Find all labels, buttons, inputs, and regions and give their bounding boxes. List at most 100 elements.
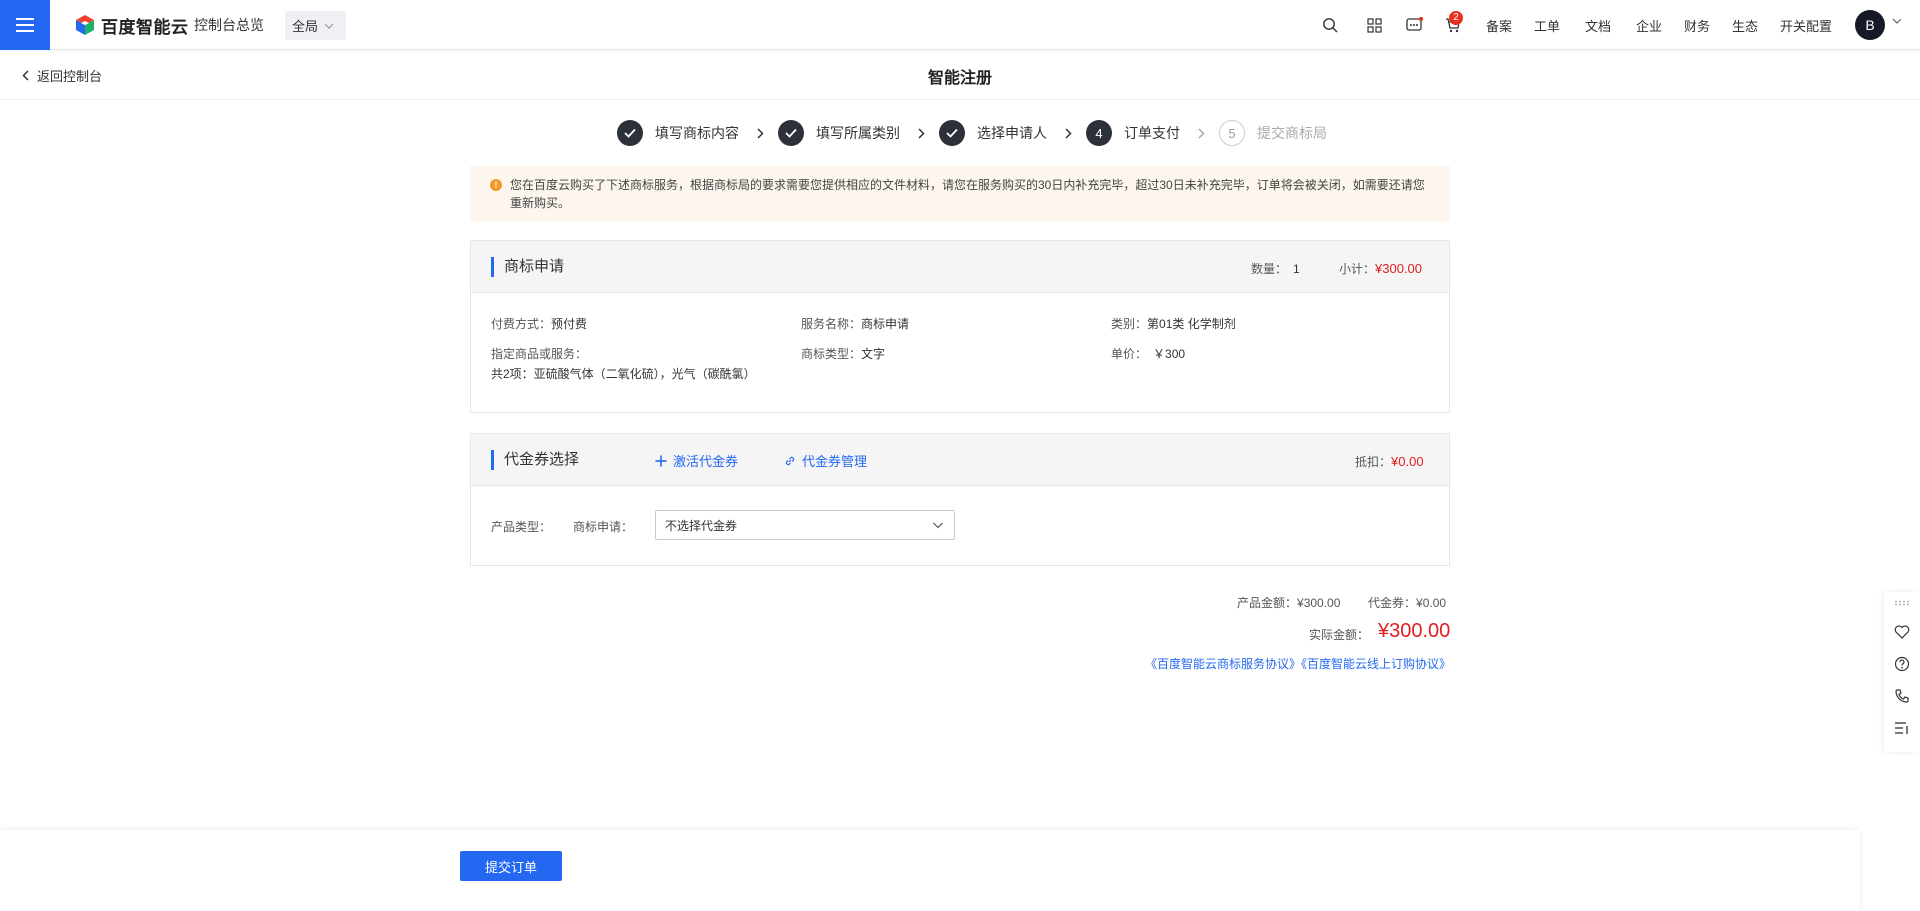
unit-price-value: ￥300 xyxy=(1153,347,1186,361)
notice-banner: ! 您在百度云购买了下述商标服务，根据商标局的要求需要您提供相应的文件材料，请您… xyxy=(470,166,1450,222)
step-3: 选择申请人 xyxy=(939,120,1086,146)
product-amount-label: 产品金额： xyxy=(1237,596,1298,610)
chevron-right-icon xyxy=(1065,127,1072,139)
nav-docs[interactable]: 文档 xyxy=(1585,16,1611,35)
bottom-action-bar: 提交订单 xyxy=(0,830,1860,911)
chevron-down-icon[interactable] xyxy=(1892,18,1902,24)
service-name-label: 服务名称： xyxy=(801,317,862,331)
step-label: 订单支付 xyxy=(1124,125,1180,141)
apps-grid-icon[interactable] xyxy=(1364,15,1384,35)
unit-price-label: 单价： xyxy=(1111,347,1148,361)
order-card: 商标申请 数量： 1 小计：¥300.00 付费方式：预付费 服务名称： 商标申请 … xyxy=(470,240,1450,413)
step-4: 4 订单支付 xyxy=(1086,120,1219,146)
pay-method-value: 预付费 xyxy=(551,317,588,331)
step-number: 5 xyxy=(1219,120,1245,146)
console-overview-link[interactable]: 控制台总览 xyxy=(194,15,264,35)
help-icon[interactable] xyxy=(1884,649,1920,679)
voucher-select-value: 不选择代金券 xyxy=(665,518,738,533)
step-2: 填写所属类别 xyxy=(778,120,939,146)
product-amount: 产品金额：¥300.00 xyxy=(1237,594,1340,611)
page-title: 智能注册 xyxy=(927,70,992,87)
chevron-right-icon xyxy=(918,127,925,139)
cart-count-badge: 2 xyxy=(1449,11,1463,25)
subtotal: 小计：¥300.00 xyxy=(1339,260,1422,277)
region-value: 全局 xyxy=(292,19,319,34)
nav-ticket[interactable]: 工单 xyxy=(1534,16,1560,35)
category-value: 第01类 化学制剂 xyxy=(1147,317,1236,331)
link-icon xyxy=(785,456,795,465)
category: 类别：第01类 化学制剂 xyxy=(1111,315,1236,332)
chevron-down-icon xyxy=(324,23,334,29)
subtotal-value: ¥300.00 xyxy=(1375,261,1423,276)
service-name-value: 商标申请 xyxy=(861,317,910,331)
hamburger-icon xyxy=(16,18,34,32)
step-number: 4 xyxy=(1086,120,1112,146)
step-label: 提交商标局 xyxy=(1257,125,1327,141)
category-label: 类别： xyxy=(1111,317,1148,331)
step-label: 选择申请人 xyxy=(977,125,1047,141)
list-icon[interactable] xyxy=(1884,713,1920,743)
goods-value: 共2项：亚硫酸气体（二氧化硫），光气（碳酰氯） xyxy=(491,367,756,381)
heart-icon[interactable] xyxy=(1884,617,1920,647)
quantity-value: 1 xyxy=(1293,262,1300,276)
nav-ecosystem[interactable]: 生态 xyxy=(1732,16,1758,35)
chevron-down-icon xyxy=(933,522,943,529)
quantity-label: 数量： xyxy=(1251,262,1288,276)
goods-label: 指定商品或服务： xyxy=(491,347,588,361)
trademark-type-value: 文字 xyxy=(861,347,886,361)
unit-price: 单价： ￥300 xyxy=(1111,345,1185,362)
avatar[interactable]: B xyxy=(1855,10,1885,40)
actual-amount-label: 实际金额： xyxy=(1309,628,1370,642)
voucher-amount-value: ¥0.00 xyxy=(1416,596,1447,610)
page-header: 返回控制台 智能注册 xyxy=(0,50,1920,100)
drag-handle-icon[interactable] xyxy=(1884,592,1920,614)
voucher-card-title: 代金券选择 xyxy=(491,450,579,470)
message-icon[interactable] xyxy=(1404,15,1424,35)
deduction: 抵扣：¥0.00 xyxy=(1355,453,1424,470)
progress-steps: 填写商标内容 填写所属类别 选择申请人 4 订单支付 5 提交商标局 xyxy=(617,119,1327,147)
nav-finance[interactable]: 财务 xyxy=(1684,16,1710,35)
top-navigation-bar: 百度智能云 控制台总览 全局 2 备案 工单 文档 企业 财务 生态 开关配置 … xyxy=(0,0,1920,50)
quantity: 数量： 1 xyxy=(1251,260,1300,277)
nav-filing[interactable]: 备案 xyxy=(1486,16,1512,35)
nav-switch-config[interactable]: 开关配置 xyxy=(1780,16,1832,35)
notice-text: 您在百度云购买了下述商标服务，根据商标局的要求需要您提供相应的文件材料，请您在服… xyxy=(510,178,1425,210)
step-label: 填写所属类别 xyxy=(816,125,900,141)
product-amount-value: ¥300.00 xyxy=(1297,596,1341,610)
service-name: 服务名称：商标申请 xyxy=(801,315,909,332)
product-name-label: 商标申请： xyxy=(573,520,634,534)
submit-order-button[interactable]: 提交订单 xyxy=(460,851,562,881)
subtotal-label: 小计： xyxy=(1339,262,1376,276)
nav-enterprise[interactable]: 企业 xyxy=(1636,16,1662,35)
search-icon[interactable] xyxy=(1320,15,1340,35)
pay-method-label: 付费方式： xyxy=(491,317,552,331)
product-type-label: 产品类型： xyxy=(491,520,552,534)
order-card-title: 商标申请 xyxy=(491,257,564,277)
activate-voucher-label: 激活代金券 xyxy=(673,454,739,469)
plus-icon xyxy=(655,455,667,466)
menu-button[interactable] xyxy=(0,0,50,50)
phone-icon[interactable] xyxy=(1884,681,1920,711)
step-5: 5 提交商标局 xyxy=(1219,120,1327,146)
logo-text: 百度智能云 xyxy=(101,17,189,37)
chevron-right-icon xyxy=(1198,127,1205,139)
pay-method: 付费方式：预付费 xyxy=(491,315,587,332)
agreements-link[interactable]: 《百度智能云商标服务协议》《百度智能云线上订购协议》 xyxy=(1145,655,1451,672)
voucher-card-header: 代金券选择 激活代金券 代金券管理 抵扣：¥0.00 xyxy=(471,434,1449,486)
step-label: 填写商标内容 xyxy=(655,125,739,141)
region-select[interactable]: 全局 xyxy=(285,11,346,40)
baidu-cloud-logo[interactable]: 百度智能云 xyxy=(75,13,189,37)
step-1: 填写商标内容 xyxy=(617,120,778,146)
voucher-amount: 代金券：¥0.00 xyxy=(1368,594,1446,611)
order-card-header: 商标申请 数量： 1 小计：¥300.00 xyxy=(471,241,1449,293)
manage-voucher-link[interactable]: 代金券管理 xyxy=(784,451,867,470)
warning-icon: ! xyxy=(490,179,502,191)
floating-toolbar xyxy=(1884,592,1920,752)
voucher-select[interactable]: 不选择代金券 xyxy=(655,510,955,540)
chevron-right-icon xyxy=(757,127,764,139)
check-icon xyxy=(617,120,643,146)
activate-voucher-link[interactable]: 激活代金券 xyxy=(655,451,738,470)
check-icon xyxy=(778,120,804,146)
check-icon xyxy=(939,120,965,146)
voucher-card: 代金券选择 激活代金券 代金券管理 抵扣：¥0.00 产品类型： 商标申请： 不… xyxy=(470,433,1450,566)
